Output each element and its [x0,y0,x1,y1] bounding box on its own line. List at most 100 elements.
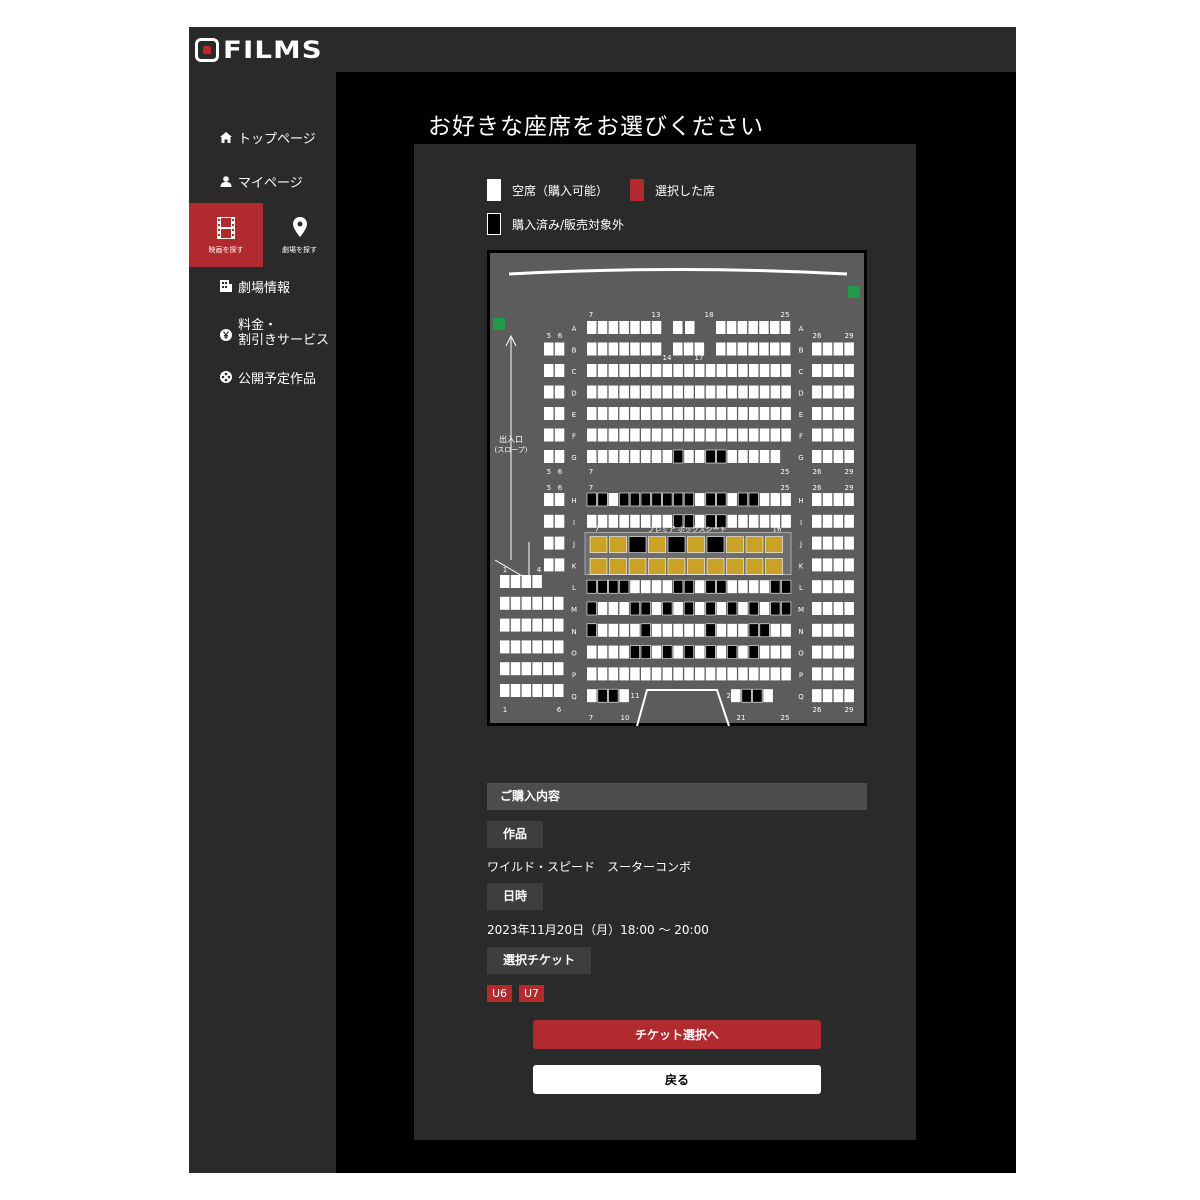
seat[interactable] [597,645,608,659]
seat[interactable] [662,450,673,463]
seat[interactable] [727,450,737,463]
seat[interactable] [695,407,705,420]
seat[interactable] [630,667,640,681]
seat[interactable] [608,428,619,442]
seat[interactable] [781,514,791,528]
seat[interactable] [833,364,844,377]
seat[interactable] [587,407,597,420]
seat[interactable] [812,580,822,594]
seat[interactable] [822,689,833,703]
seat[interactable] [727,385,737,399]
seat[interactable] [630,407,640,420]
seat[interactable] [630,514,640,528]
seat[interactable] [500,662,510,676]
seat[interactable] [532,662,542,676]
seat[interactable] [695,364,705,377]
seat[interactable] [641,364,651,377]
seat[interactable] [619,602,629,615]
seat[interactable] [630,364,640,377]
seat[interactable] [673,342,683,356]
seat[interactable] [597,623,608,637]
seat[interactable] [844,514,854,528]
seat[interactable] [780,342,791,356]
seat[interactable] [727,623,737,637]
seat[interactable] [833,385,844,399]
seat[interactable] [812,407,822,420]
seat[interactable] [641,580,651,594]
seat[interactable] [748,342,758,356]
premium-seat[interactable] [609,558,627,575]
seat[interactable] [749,385,759,399]
seat[interactable] [543,618,553,632]
seat[interactable] [619,645,629,659]
seat[interactable] [727,364,737,377]
seat[interactable] [833,342,844,356]
premium-seat[interactable] [687,558,705,575]
seat[interactable] [844,407,854,420]
seat[interactable] [651,602,662,615]
seat[interactable] [781,407,791,420]
seat[interactable] [822,493,833,506]
seat[interactable] [619,385,629,399]
seat[interactable] [822,645,833,659]
seat[interactable] [738,385,748,399]
seat[interactable] [651,645,662,659]
seat[interactable] [833,450,844,463]
seat[interactable] [833,428,844,442]
seat[interactable] [619,667,629,681]
seat[interactable] [822,385,833,399]
seat[interactable] [510,596,521,610]
seat[interactable] [822,342,833,356]
seat[interactable] [812,602,822,615]
seat[interactable] [844,667,854,681]
seat[interactable] [619,321,629,334]
seat[interactable] [716,364,727,377]
seat[interactable] [695,385,705,399]
seat[interactable] [651,580,662,594]
premium-seat[interactable] [648,558,666,575]
seat[interactable] [662,407,673,420]
seat[interactable] [695,623,705,637]
seat[interactable] [716,342,726,356]
seat[interactable] [554,514,565,528]
seat[interactable] [759,364,770,377]
sidebar-item-top[interactable]: トップページ [189,120,336,154]
seat[interactable] [554,640,564,654]
seat[interactable] [822,364,833,377]
seat[interactable] [695,667,705,681]
seat[interactable] [554,428,565,442]
seat[interactable] [759,450,770,463]
premium-seat[interactable] [589,558,608,575]
seat[interactable] [781,428,791,442]
seat[interactable] [597,450,608,463]
seat[interactable] [812,536,822,550]
seat[interactable] [695,493,705,506]
seat[interactable] [812,667,822,681]
seat[interactable] [781,364,791,377]
seat[interactable] [662,428,673,442]
seat[interactable] [738,667,748,681]
seat[interactable] [822,558,833,572]
seat[interactable] [510,640,521,654]
seat[interactable] [705,667,716,681]
seat[interactable] [759,580,770,594]
seat[interactable] [738,623,748,637]
seat[interactable] [727,428,737,442]
seat[interactable] [716,385,727,399]
seat[interactable] [608,667,619,681]
seat[interactable] [608,385,619,399]
seat[interactable] [705,407,716,420]
seat[interactable] [544,407,554,420]
seat[interactable] [554,618,564,632]
seat[interactable] [844,493,854,506]
seat[interactable] [544,514,554,528]
seat[interactable] [532,596,542,610]
seat[interactable] [554,596,564,610]
seat[interactable] [673,407,683,420]
seat[interactable] [673,364,683,377]
seat[interactable] [630,450,640,463]
seat[interactable] [630,623,640,637]
seat[interactable] [763,689,773,703]
seat[interactable] [759,493,770,506]
seat[interactable] [587,428,597,442]
